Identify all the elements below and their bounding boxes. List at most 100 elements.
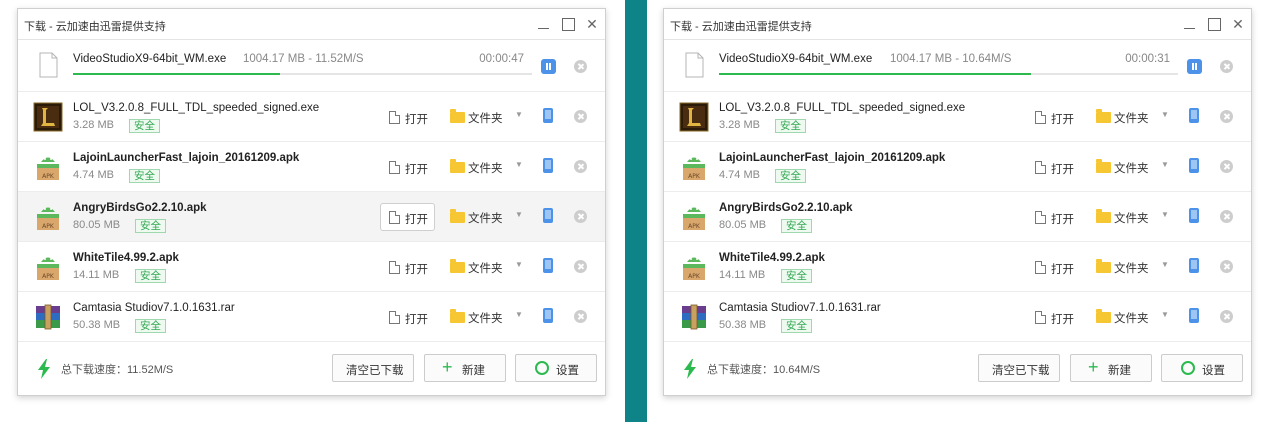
open-button[interactable]: 打开 bbox=[1026, 203, 1081, 231]
folder-button[interactable]: 文件夹 bbox=[448, 203, 508, 231]
delete-icon[interactable] bbox=[574, 160, 587, 173]
phone-icon[interactable] bbox=[1189, 158, 1199, 173]
dropdown-arrow-icon[interactable]: ▼ bbox=[1161, 310, 1169, 319]
apk-icon: APK bbox=[679, 152, 709, 182]
pause-button[interactable] bbox=[541, 59, 556, 74]
file-row[interactable]: LOL_V3.2.0.8_FULL_TDL_speeded_signed.exe… bbox=[664, 92, 1251, 142]
phone-icon[interactable] bbox=[543, 308, 553, 323]
file-row[interactable]: APK LajoinLauncherFast_lajoin_20161209.ap… bbox=[664, 142, 1251, 192]
clear-downloaded-button[interactable]: 清空已下载 bbox=[332, 354, 414, 382]
open-button[interactable]: 打开 bbox=[1026, 153, 1081, 181]
phone-icon[interactable] bbox=[1189, 208, 1199, 223]
downloading-row[interactable]: VideoStudioX9-64bit_WM.exe 1004.17 MB - 1… bbox=[664, 40, 1251, 92]
delete-icon[interactable] bbox=[1220, 160, 1233, 173]
delete-icon[interactable] bbox=[1220, 310, 1233, 323]
dropdown-arrow-icon[interactable]: ▼ bbox=[1161, 210, 1169, 219]
phone-icon[interactable] bbox=[1189, 108, 1199, 123]
file-row[interactable]: LOL_V3.2.0.8_FULL_TDL_speeded_signed.exe… bbox=[18, 92, 605, 142]
folder-button[interactable]: 文件夹 bbox=[1094, 303, 1154, 331]
phone-icon[interactable] bbox=[1189, 308, 1199, 323]
folder-button[interactable]: 文件夹 bbox=[1094, 203, 1154, 231]
open-button[interactable]: 打开 bbox=[1026, 303, 1081, 331]
open-label: 打开 bbox=[1051, 164, 1074, 176]
open-button[interactable]: 打开 bbox=[1026, 253, 1081, 281]
open-button[interactable]: 打开 bbox=[380, 303, 435, 331]
delete-icon[interactable] bbox=[1220, 110, 1233, 123]
folder-button[interactable]: 文件夹 bbox=[1094, 103, 1154, 131]
new-download-button[interactable]: + 新建 bbox=[424, 354, 506, 382]
folder-button[interactable]: 文件夹 bbox=[448, 103, 508, 131]
delete-icon[interactable] bbox=[574, 110, 587, 123]
clear-downloaded-button[interactable]: 清空已下载 bbox=[978, 354, 1060, 382]
file-row[interactable]: APK AngryBirdsGo2.2.10.apk 80.05 MB 安全 打开 文件夹… bbox=[18, 192, 605, 242]
open-button[interactable]: 打开 bbox=[380, 203, 435, 231]
delete-icon[interactable] bbox=[574, 310, 587, 323]
folder-button[interactable]: 文件夹 bbox=[448, 153, 508, 181]
dropdown-arrow-icon[interactable]: ▼ bbox=[515, 210, 523, 219]
safe-badge: 安全 bbox=[775, 119, 806, 133]
dropdown-arrow-icon[interactable]: ▼ bbox=[1161, 110, 1169, 119]
folder-button[interactable]: 文件夹 bbox=[1094, 253, 1154, 281]
open-button[interactable]: 打开 bbox=[380, 253, 435, 281]
phone-icon[interactable] bbox=[543, 208, 553, 223]
dropdown-arrow-icon[interactable]: ▼ bbox=[515, 160, 523, 169]
file-size: 50.38 MB bbox=[73, 319, 121, 331]
dropdown-arrow-icon[interactable]: ▼ bbox=[515, 260, 523, 269]
delete-icon[interactable] bbox=[574, 260, 587, 273]
clear-label: 清空已下载 bbox=[346, 365, 404, 377]
new-download-button[interactable]: + 新建 bbox=[1070, 354, 1152, 382]
close-button[interactable]: ✕ bbox=[583, 15, 601, 33]
apk-icon: APK bbox=[33, 202, 63, 232]
folder-label: 文件夹 bbox=[1114, 163, 1149, 175]
delete-icon[interactable] bbox=[574, 60, 587, 73]
dropdown-arrow-icon[interactable]: ▼ bbox=[1161, 160, 1169, 169]
phone-icon[interactable] bbox=[1189, 258, 1199, 273]
download-filename: VideoStudioX9-64bit_WM.exe bbox=[719, 53, 873, 65]
minimize-button[interactable] bbox=[535, 15, 553, 33]
phone-icon[interactable] bbox=[543, 158, 553, 173]
phone-icon[interactable] bbox=[543, 258, 553, 273]
folder-icon bbox=[1096, 209, 1111, 223]
settings-button[interactable]: 设置 bbox=[515, 354, 597, 382]
open-button[interactable]: 打开 bbox=[380, 153, 435, 181]
open-button[interactable]: 打开 bbox=[380, 103, 435, 131]
title-bar: 下载 - 云加速由迅雷提供支持 ✕ bbox=[664, 9, 1251, 40]
title-bar: 下载 - 云加速由迅雷提供支持 ✕ bbox=[18, 9, 605, 40]
delete-icon[interactable] bbox=[1220, 60, 1233, 73]
phone-icon[interactable] bbox=[543, 108, 553, 123]
dropdown-arrow-icon[interactable]: ▼ bbox=[515, 310, 523, 319]
downloading-row[interactable]: VideoStudioX9-64bit_WM.exe 1004.17 MB - 1… bbox=[18, 40, 605, 92]
settings-button[interactable]: 设置 bbox=[1161, 354, 1243, 382]
file-icon bbox=[679, 50, 709, 80]
file-size: 14.11 MB bbox=[73, 269, 120, 281]
open-button[interactable]: 打开 bbox=[1026, 103, 1081, 131]
delete-icon[interactable] bbox=[1220, 210, 1233, 223]
file-row[interactable]: Camtasia Studiov7.1.0.1631.rar 50.38 MB 安全… bbox=[18, 292, 605, 342]
delete-icon[interactable] bbox=[1220, 260, 1233, 273]
maximize-button[interactable] bbox=[559, 15, 577, 33]
folder-button[interactable]: 文件夹 bbox=[448, 303, 508, 331]
open-label: 打开 bbox=[1051, 264, 1074, 276]
lightning-icon bbox=[684, 359, 696, 379]
open-label: 打开 bbox=[1051, 114, 1074, 126]
pause-button[interactable] bbox=[1187, 59, 1202, 74]
folder-icon bbox=[1096, 259, 1111, 273]
settings-label: 设置 bbox=[1202, 365, 1225, 377]
maximize-button[interactable] bbox=[1205, 15, 1223, 33]
folder-button[interactable]: 文件夹 bbox=[448, 253, 508, 281]
file-row[interactable]: APK WhiteTile4.99.2.apk 14.11 MB 安全 打开 文件夹 ▼ bbox=[664, 242, 1251, 292]
dropdown-arrow-icon[interactable]: ▼ bbox=[515, 110, 523, 119]
minimize-button[interactable] bbox=[1181, 15, 1199, 33]
file-row[interactable]: APK WhiteTile4.99.2.apk 14.11 MB 安全 打开 文件夹 ▼ bbox=[18, 242, 605, 292]
file-name: AngryBirdsGo2.2.10.apk bbox=[73, 202, 207, 214]
file-row[interactable]: Camtasia Studiov7.1.0.1631.rar 50.38 MB 安全… bbox=[664, 292, 1251, 342]
rar-icon bbox=[679, 302, 709, 332]
delete-icon[interactable] bbox=[574, 210, 587, 223]
footer-bar: 总下载速度：11.52M/S 清空已下载 + 新建 设置 bbox=[18, 339, 605, 395]
file-row[interactable]: APK LajoinLauncherFast_lajoin_20161209.ap… bbox=[18, 142, 605, 192]
close-button[interactable]: ✕ bbox=[1229, 15, 1247, 33]
safe-badge: 安全 bbox=[135, 269, 166, 283]
dropdown-arrow-icon[interactable]: ▼ bbox=[1161, 260, 1169, 269]
folder-button[interactable]: 文件夹 bbox=[1094, 153, 1154, 181]
file-row[interactable]: APK AngryBirdsGo2.2.10.apk 80.05 MB 安全 打开 文件夹… bbox=[664, 192, 1251, 242]
